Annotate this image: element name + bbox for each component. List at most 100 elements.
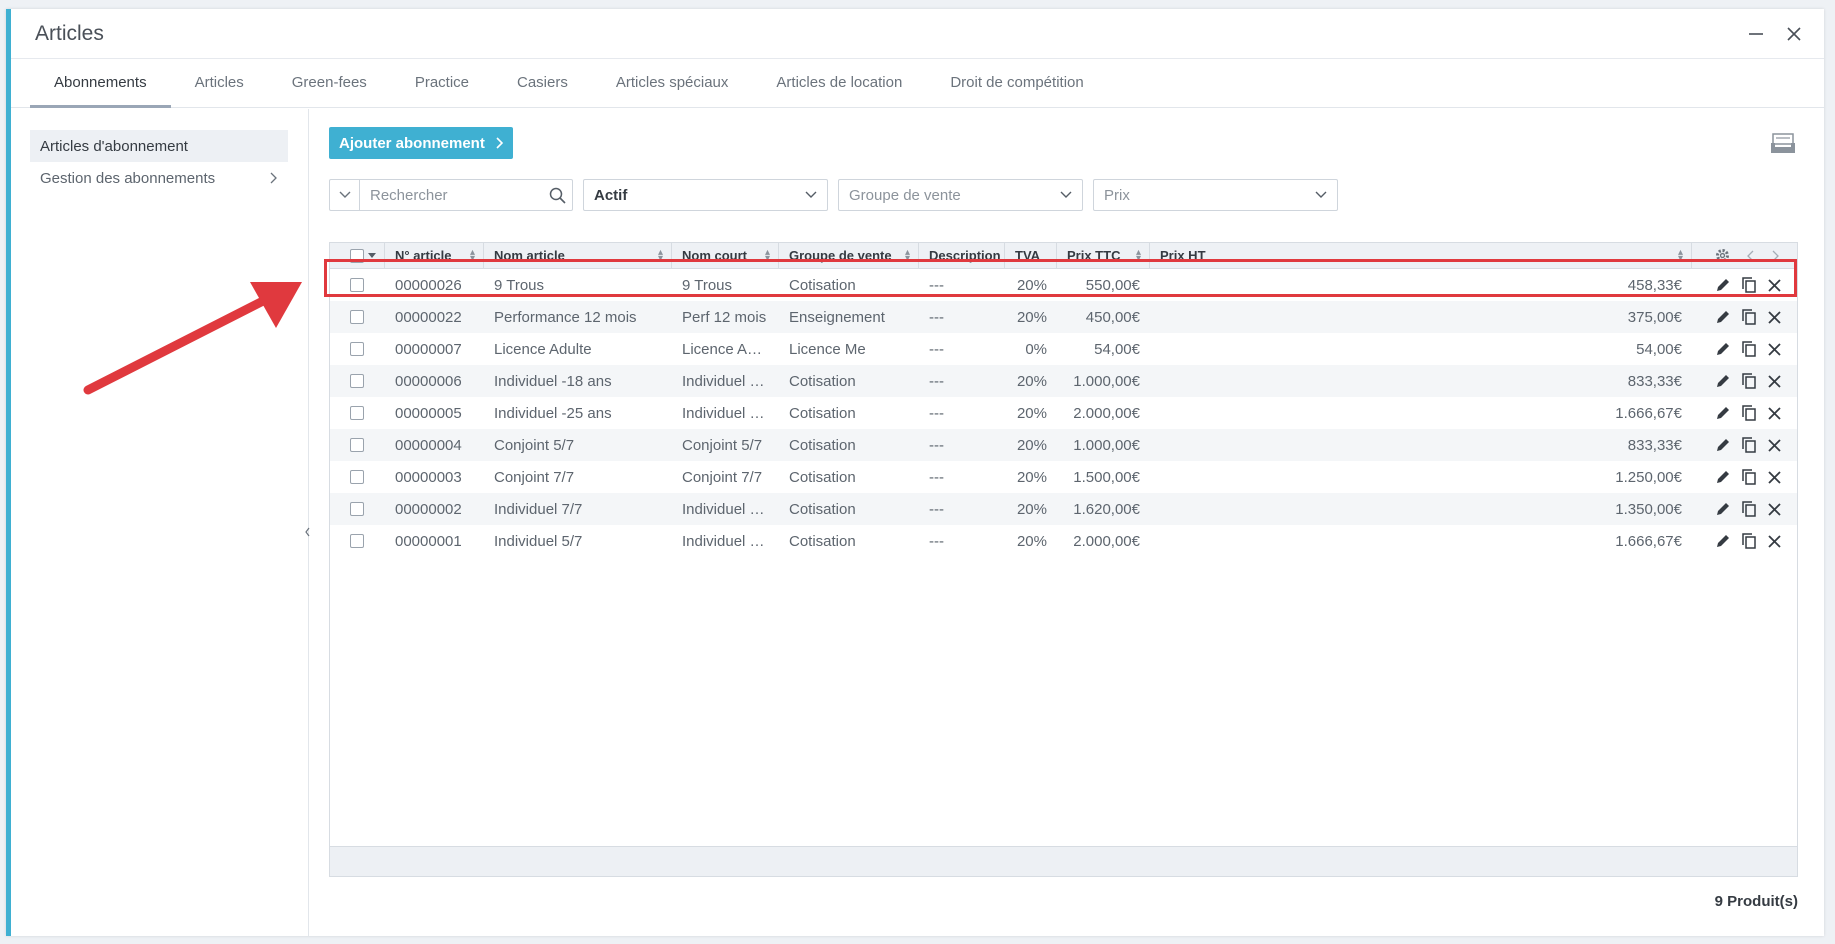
cell-sales-group: Cotisation	[789, 500, 856, 518]
cell-short-name: Individuel -1...	[682, 372, 776, 390]
delete-x-icon[interactable]	[1766, 277, 1783, 294]
table-row[interactable]: 00000002 Individuel 7/7 Individuel 7/7 Coti…	[330, 493, 1797, 525]
delete-x-icon[interactable]	[1766, 309, 1783, 326]
table-row[interactable]: 00000026 9 Trous 9 Trous Cotisation --- 20% 55…	[330, 269, 1797, 301]
minimize-button[interactable]	[1746, 24, 1766, 44]
table-row[interactable]: 00000022 Performance 12 mois Perf 12 mois E…	[330, 301, 1797, 333]
edit-pencil-icon[interactable]	[1714, 341, 1731, 358]
delete-x-icon[interactable]	[1766, 437, 1783, 454]
delete-x-icon[interactable]	[1766, 341, 1783, 358]
table-row[interactable]: 00000004 Conjoint 5/7 Conjoint 5/7 Cotisati…	[330, 429, 1797, 461]
tab-2[interactable]: Green-fees	[268, 59, 391, 108]
sales-group-select[interactable]: Groupe de vente	[838, 179, 1083, 211]
duplicate-icon[interactable]	[1740, 437, 1757, 454]
column-header-label: Prix HT	[1160, 248, 1206, 263]
edit-pencil-icon[interactable]	[1714, 373, 1731, 390]
tab-7[interactable]: Droit de compétition	[926, 59, 1107, 108]
close-button[interactable]	[1784, 24, 1804, 44]
row-checkbox[interactable]	[330, 502, 385, 516]
settings-gear-icon[interactable]	[1714, 247, 1731, 264]
cell-short-name: Perf 12 mois	[682, 308, 767, 326]
column-header-label: Groupe de vente	[789, 248, 892, 263]
tab-1[interactable]: Articles	[171, 59, 268, 108]
row-checkbox[interactable]	[330, 374, 385, 388]
chevron-down-icon	[339, 191, 350, 198]
table-row[interactable]: 00000001 Individuel 5/7 Individuel 5/7 Coti…	[330, 525, 1797, 557]
edit-pencil-icon[interactable]	[1714, 469, 1731, 486]
tab-5[interactable]: Articles spéciaux	[592, 59, 753, 108]
scroll-left-icon[interactable]	[1747, 250, 1755, 262]
status-select[interactable]: Actif	[583, 179, 828, 211]
search-input[interactable]: Rechercher	[360, 187, 542, 204]
sidebar-item-articles-abonnement[interactable]: Articles d'abonnement	[30, 130, 288, 162]
scroll-right-icon[interactable]	[1771, 250, 1779, 262]
row-checkbox[interactable]	[330, 534, 385, 548]
search-field[interactable]: Rechercher	[329, 179, 573, 211]
column-header-label: TVA	[1015, 248, 1041, 263]
search-icon[interactable]	[542, 187, 572, 204]
edit-pencil-icon[interactable]	[1714, 437, 1731, 454]
search-options-dropdown[interactable]	[330, 180, 360, 210]
window-title: Articles	[35, 21, 104, 45]
duplicate-icon[interactable]	[1740, 469, 1757, 486]
delete-x-icon[interactable]	[1766, 533, 1783, 550]
chevron-down-icon	[1060, 191, 1072, 198]
cell-short-name: Conjoint 5/7	[682, 436, 763, 454]
column-header-description[interactable]: Description	[919, 243, 1005, 268]
delete-x-icon[interactable]	[1766, 469, 1783, 486]
table-row[interactable]: 00000005 Individuel -25 ans Individuel -2.…	[330, 397, 1797, 429]
row-checkbox[interactable]	[330, 310, 385, 324]
column-header-label: Prix TTC	[1067, 248, 1121, 263]
delete-x-icon[interactable]	[1766, 405, 1783, 422]
row-checkbox[interactable]	[330, 438, 385, 452]
edit-pencil-icon[interactable]	[1714, 533, 1731, 550]
duplicate-icon[interactable]	[1740, 309, 1757, 326]
duplicate-icon[interactable]	[1740, 501, 1757, 518]
duplicate-icon[interactable]	[1740, 341, 1757, 358]
cell-tva: 20%	[1016, 276, 1047, 294]
duplicate-icon[interactable]	[1740, 533, 1757, 550]
column-header-number[interactable]: N° article ▴ ▾	[385, 243, 484, 268]
edit-pencil-icon[interactable]	[1714, 277, 1731, 294]
row-checkbox[interactable]	[330, 406, 385, 420]
edit-pencil-icon[interactable]	[1714, 501, 1731, 518]
cell-price-ttc: 1.000,00€	[1073, 372, 1140, 390]
column-header-sales-group[interactable]: Groupe de vente ▴ ▾	[779, 243, 919, 268]
edit-pencil-icon[interactable]	[1714, 405, 1731, 422]
cell-tva: 20%	[1016, 436, 1047, 454]
sidebar-item-gestion-abonnements[interactable]: Gestion des abonnements	[30, 162, 288, 194]
edit-pencil-icon[interactable]	[1714, 309, 1731, 326]
chevron-right-icon	[270, 172, 277, 184]
column-header-short-name[interactable]: Nom court ▴ ▾	[672, 243, 779, 268]
column-header-tva[interactable]: TVA	[1005, 243, 1057, 268]
delete-x-icon[interactable]	[1766, 373, 1783, 390]
table-row[interactable]: 00000003 Conjoint 7/7 Conjoint 7/7 Cotisati…	[330, 461, 1797, 493]
column-header-name[interactable]: Nom article ▴ ▾	[484, 243, 672, 268]
row-checkbox[interactable]	[330, 278, 385, 292]
column-header-price-ttc[interactable]: Prix TTC ▴ ▾	[1057, 243, 1150, 268]
add-subscription-button[interactable]: Ajouter abonnement	[329, 127, 513, 159]
duplicate-icon[interactable]	[1740, 405, 1757, 422]
tab-6[interactable]: Articles de location	[752, 59, 926, 108]
tab-0[interactable]: Abonnements	[30, 59, 171, 108]
tray-icon[interactable]	[1770, 132, 1796, 154]
row-checkbox[interactable]	[330, 342, 385, 356]
tab-3[interactable]: Practice	[391, 59, 493, 108]
table-row[interactable]: 00000006 Individuel -18 ans Individuel -1.…	[330, 365, 1797, 397]
row-checkbox[interactable]	[330, 470, 385, 484]
tab-bar: Abonnements Articles Green-fees Practice Cas…	[11, 59, 1824, 108]
tab-4[interactable]: Casiers	[493, 59, 592, 108]
close-icon	[1787, 26, 1801, 41]
cell-sales-group: Enseignement	[789, 308, 885, 326]
delete-x-icon[interactable]	[1766, 501, 1783, 518]
chevron-down-icon	[805, 191, 817, 198]
table-row[interactable]: 00000007 Licence Adulte Licence Adu... Lice…	[330, 333, 1797, 365]
cell-name: Individuel 7/7	[494, 500, 583, 518]
cell-name: Individuel -25 ans	[494, 404, 612, 422]
duplicate-icon[interactable]	[1740, 277, 1757, 294]
duplicate-icon[interactable]	[1740, 373, 1757, 390]
price-select[interactable]: Prix	[1093, 179, 1338, 211]
select-all-checkbox[interactable]	[330, 243, 385, 268]
cell-description: ---	[929, 404, 944, 422]
column-header-price-ht[interactable]: Prix HT ▴ ▾	[1150, 243, 1692, 268]
